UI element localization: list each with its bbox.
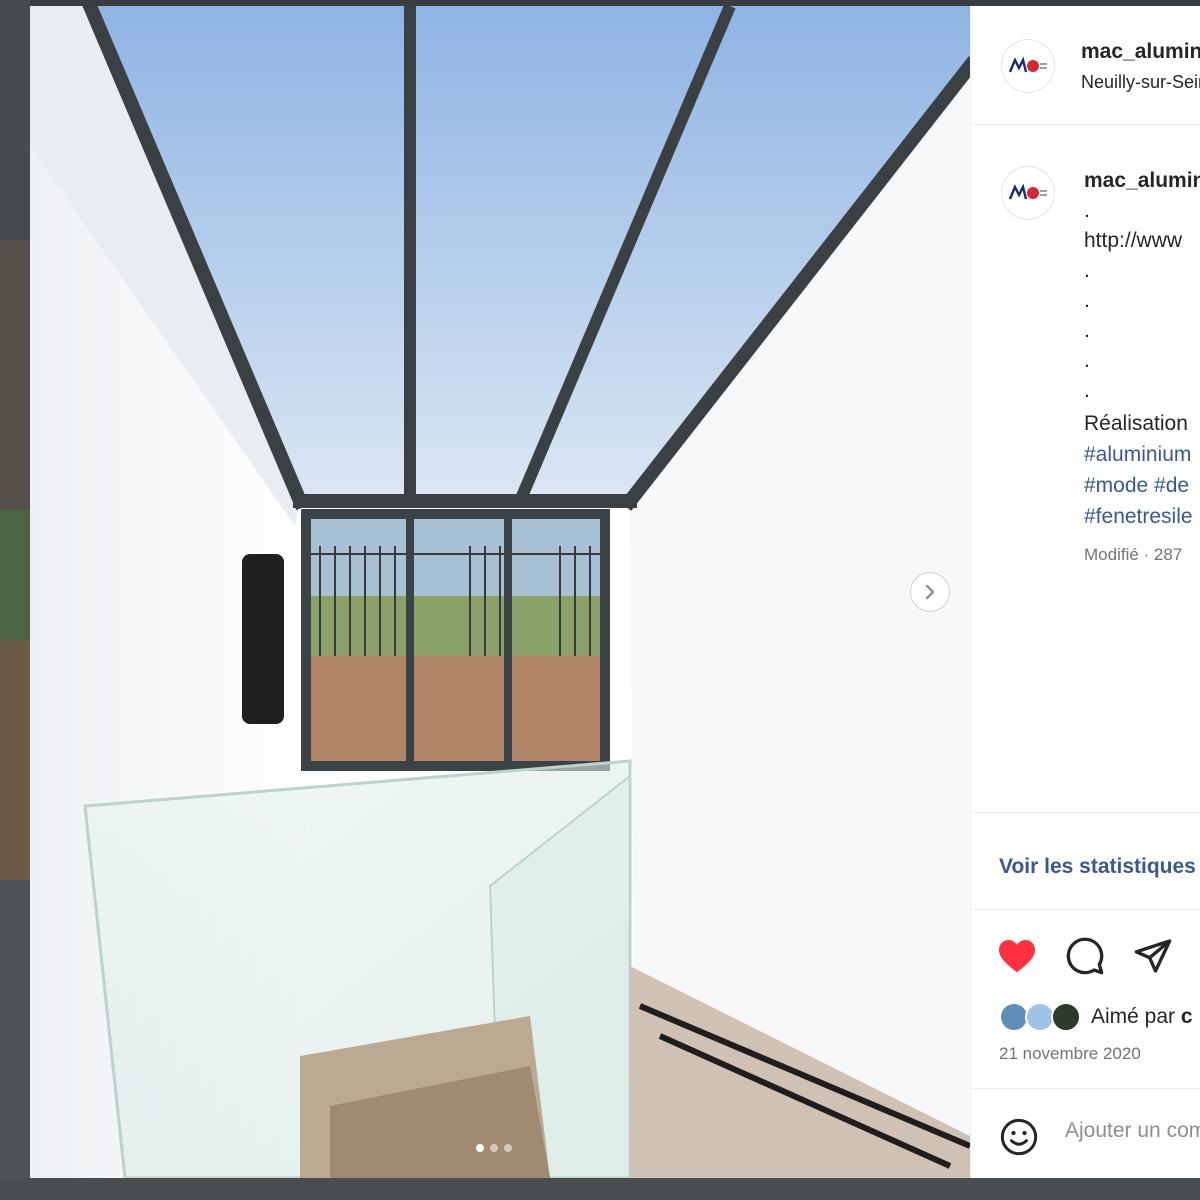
liked-by-prefix: Aimé par — [1091, 1005, 1176, 1028]
brand-logo-icon — [1008, 56, 1047, 73]
wall-lamp — [242, 554, 284, 724]
caption-text: Réalisation — [1084, 412, 1188, 435]
like-button[interactable] — [995, 934, 1039, 978]
caption-hashtags-2[interactable]: #mode #de — [1084, 474, 1189, 498]
heart-filled-icon — [999, 939, 1035, 973]
post-photo — [30, 6, 970, 1178]
next-slide-button[interactable] — [910, 572, 950, 612]
author-avatar[interactable] — [1001, 39, 1055, 93]
share-button[interactable] — [1131, 934, 1175, 978]
brand-logo-icon — [1008, 183, 1047, 200]
liked-by-user[interactable]: c — [1181, 1005, 1193, 1028]
post-media — [30, 6, 970, 1178]
liked-by-text: Aimé par c — [1091, 1005, 1193, 1029]
comment-input[interactable] — [1065, 1119, 1200, 1143]
backdrop-left-building — [0, 240, 30, 510]
carousel-dot-1 — [476, 1144, 484, 1152]
carousel-indicator — [476, 1144, 512, 1152]
liker-avatar-3 — [1051, 1002, 1081, 1032]
caption-line-4: . — [1084, 289, 1090, 312]
backdrop-bottom — [0, 1178, 1200, 1200]
caption-username[interactable]: mac_aluminium — [1084, 169, 1200, 193]
backdrop-left-trees — [0, 510, 30, 640]
backdrop-left-bottom — [0, 880, 30, 1200]
backdrop-left-top — [0, 0, 30, 240]
caption-edited-meta: Modifié · 287 — [1084, 545, 1183, 564]
caption-line-1: . — [1084, 199, 1090, 222]
post-modal: mac_aluminium Neuilly-sur-Seine mac_alum… — [30, 6, 1200, 1178]
caption-line-6: . — [1084, 349, 1090, 372]
carousel-dot-2 — [490, 1144, 498, 1152]
post-side-panel: mac_aluminium Neuilly-sur-Seine mac_alum… — [970, 6, 1200, 1178]
caption-hashtags-1[interactable]: #aluminium — [1084, 443, 1191, 467]
caption-hashtags-3[interactable]: #fenetresile — [1084, 505, 1193, 529]
caption-avatar[interactable] — [1001, 166, 1055, 220]
comment-button[interactable] — [1063, 934, 1107, 978]
caption-line-3: . — [1084, 259, 1090, 282]
add-comment-row — [971, 1088, 1200, 1178]
view-insights-link[interactable]: Voir les statistiques — [999, 855, 1196, 879]
carousel-dot-3 — [504, 1144, 512, 1152]
post-header: mac_aluminium Neuilly-sur-Seine — [971, 6, 1200, 125]
backdrop-left-terrace — [0, 640, 30, 880]
liked-by-row[interactable]: Aimé par c — [999, 1002, 1200, 1036]
chevron-right-icon — [925, 584, 935, 600]
emoji-button[interactable] — [999, 1117, 1039, 1157]
caption-line-7: . — [1084, 379, 1090, 402]
action-bar — [971, 934, 1200, 984]
author-username[interactable]: mac_aluminium — [1081, 40, 1200, 64]
paper-plane-icon — [1134, 939, 1172, 973]
post-location[interactable]: Neuilly-sur-Seine — [1081, 72, 1200, 93]
comment-bubble-icon — [1066, 937, 1104, 975]
post-date[interactable]: 21 novembre 2020 — [999, 1044, 1141, 1064]
caption-line-5: . — [1084, 319, 1090, 342]
smiley-icon — [1000, 1118, 1038, 1156]
caption-url[interactable]: http://www — [1084, 229, 1182, 253]
stats-section: Voir les statistiques — [971, 812, 1200, 910]
